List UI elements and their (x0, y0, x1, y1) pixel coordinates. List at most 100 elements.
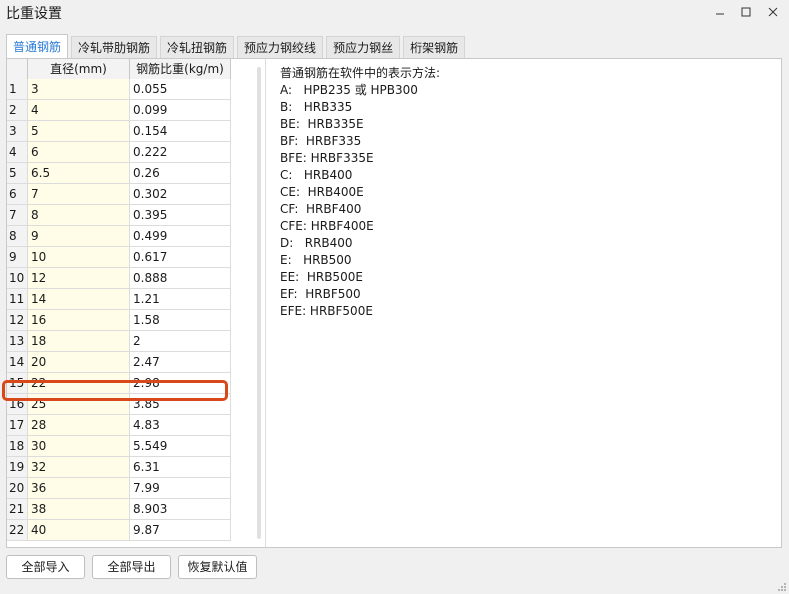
table-row[interactable]: 21 38 8.903 (7, 499, 231, 520)
diameter-cell[interactable]: 5 (28, 121, 130, 141)
diameter-cell[interactable]: 32 (28, 457, 130, 477)
weight-cell[interactable]: 1.21 (130, 289, 231, 309)
diameter-cell[interactable]: 8 (28, 205, 130, 225)
weight-cell[interactable]: 0.154 (130, 121, 231, 141)
close-button[interactable] (760, 0, 786, 24)
row-number: 3 (7, 121, 28, 141)
tab-prestressed-strand[interactable]: 预应力钢绞线 (237, 36, 324, 58)
weight-cell[interactable]: 9.87 (130, 520, 231, 540)
table-row[interactable]: 10 12 0.888 (7, 268, 231, 289)
diameter-cell[interactable]: 18 (28, 331, 130, 351)
table-row[interactable]: 17 28 4.83 (7, 415, 231, 436)
table-scrollbar[interactable] (257, 67, 261, 539)
tab-plain-rebar[interactable]: 普通钢筋 (6, 34, 69, 59)
weight-cell[interactable]: 0.302 (130, 184, 231, 204)
weight-column-header[interactable]: 钢筋比重(kg/m) (130, 59, 231, 79)
weight-cell[interactable]: 0.222 (130, 142, 231, 162)
weight-cell[interactable]: 0.26 (130, 163, 231, 183)
diameter-cell[interactable]: 9 (28, 226, 130, 246)
table-row[interactable]: 4 6 0.222 (7, 142, 231, 163)
table-row[interactable]: 18 30 5.549 (7, 436, 231, 457)
table-row[interactable]: 11 14 1.21 (7, 289, 231, 310)
table-row[interactable]: 9 10 0.617 (7, 247, 231, 268)
weight-cell[interactable]: 0.888 (130, 268, 231, 288)
row-number: 7 (7, 205, 28, 225)
table-row[interactable]: 20 36 7.99 (7, 478, 231, 499)
tab-cold-rolled-twisted[interactable]: 冷轧扭钢筋 (160, 36, 235, 58)
export-all-button[interactable]: 全部导出 (92, 555, 171, 579)
weight-cell[interactable]: 6.31 (130, 457, 231, 477)
row-number: 2 (7, 100, 28, 120)
diameter-cell[interactable]: 12 (28, 268, 130, 288)
weight-cell[interactable]: 0.099 (130, 100, 231, 120)
import-all-button[interactable]: 全部导入 (6, 555, 85, 579)
weight-cell[interactable]: 5.549 (130, 436, 231, 456)
table-row[interactable]: 5 6.5 0.26 (7, 163, 231, 184)
row-number: 21 (7, 499, 28, 519)
table-row[interactable]: 1 3 0.055 (7, 79, 231, 100)
weight-cell[interactable]: 0.055 (130, 79, 231, 99)
notation-info: 普通钢筋在软件中的表示方法: A: HPB235 或 HPB300 B: HRB… (280, 65, 440, 320)
tab-content-panel: 直径(mm) 钢筋比重(kg/m) 1 3 0.055 2 4 0.099 3 5 0.154 4… (6, 58, 782, 548)
table-row[interactable]: 7 8 0.395 (7, 205, 231, 226)
notation-line: BF: HRBF335 (280, 134, 362, 148)
tab-cold-rolled-ribbed[interactable]: 冷轧带肋钢筋 (71, 36, 158, 58)
notation-line: EFE: HRBF500E (280, 304, 373, 318)
table-row[interactable]: 3 5 0.154 (7, 121, 231, 142)
diameter-cell[interactable]: 40 (28, 520, 130, 540)
minimize-button[interactable] (707, 0, 733, 24)
notation-line: E: HRB500 (280, 253, 352, 267)
diameter-cell[interactable]: 14 (28, 289, 130, 309)
diameter-cell[interactable]: 20 (28, 352, 130, 372)
row-number: 6 (7, 184, 28, 204)
weight-cell[interactable]: 0.395 (130, 205, 231, 225)
row-number: 20 (7, 478, 28, 498)
diameter-cell[interactable]: 30 (28, 436, 130, 456)
diameter-cell[interactable]: 6.5 (28, 163, 130, 183)
weight-cell[interactable]: 2 (130, 331, 231, 351)
weight-cell[interactable]: 0.617 (130, 247, 231, 267)
minimize-icon (716, 13, 724, 15)
table-row[interactable]: 19 32 6.31 (7, 457, 231, 478)
diameter-cell[interactable]: 28 (28, 415, 130, 435)
table-row[interactable]: 6 7 0.302 (7, 184, 231, 205)
diameter-cell[interactable]: 10 (28, 247, 130, 267)
table-row[interactable]: 22 40 9.87 (7, 520, 231, 541)
tab-prestressed-wire[interactable]: 预应力钢丝 (326, 36, 401, 58)
diameter-cell[interactable]: 38 (28, 499, 130, 519)
tab-bar: 普通钢筋 冷轧带肋钢筋 冷轧扭钢筋 预应力钢绞线 预应力钢丝 桁架钢筋 (6, 34, 468, 59)
notation-line: EF: HRBF500 (280, 287, 361, 301)
table-row[interactable]: 14 20 2.47 (7, 352, 231, 373)
weight-cell[interactable]: 8.903 (130, 499, 231, 519)
table-header: 直径(mm) 钢筋比重(kg/m) (7, 59, 231, 80)
weight-cell[interactable]: 0.499 (130, 226, 231, 246)
table-row[interactable]: 12 16 1.58 (7, 310, 231, 331)
weight-cell[interactable]: 4.83 (130, 415, 231, 435)
notation-line: CF: HRBF400 (280, 202, 362, 216)
row-number: 8 (7, 226, 28, 246)
diameter-column-header[interactable]: 直径(mm) (28, 59, 130, 79)
diameter-cell[interactable]: 16 (28, 310, 130, 330)
table-row[interactable]: 8 9 0.499 (7, 226, 231, 247)
window-title: 比重设置 (6, 6, 62, 22)
diameter-cell[interactable]: 6 (28, 142, 130, 162)
weight-cell[interactable]: 7.99 (130, 478, 231, 498)
title-bar: 比重设置 (0, 0, 789, 26)
table-row[interactable]: 2 4 0.099 (7, 100, 231, 121)
notation-line: CE: HRB400E (280, 185, 364, 199)
tab-truss-rebar[interactable]: 桁架钢筋 (403, 36, 466, 58)
diameter-cell[interactable]: 7 (28, 184, 130, 204)
maximize-button[interactable] (733, 0, 759, 24)
rebar-weight-table: 直径(mm) 钢筋比重(kg/m) 1 3 0.055 2 4 0.099 3 5 0.154 4… (7, 59, 231, 547)
row-number: 4 (7, 142, 28, 162)
resize-grip-icon[interactable] (777, 582, 787, 592)
notation-line: C: HRB400 (280, 168, 353, 182)
notation-line: BFE: HRBF335E (280, 151, 374, 165)
weight-cell[interactable]: 2.47 (130, 352, 231, 372)
table-row[interactable]: 13 18 2 (7, 331, 231, 352)
weight-cell[interactable]: 1.58 (130, 310, 231, 330)
restore-default-button[interactable]: 恢复默认值 (178, 555, 257, 579)
diameter-cell[interactable]: 4 (28, 100, 130, 120)
diameter-cell[interactable]: 3 (28, 79, 130, 99)
diameter-cell[interactable]: 36 (28, 478, 130, 498)
